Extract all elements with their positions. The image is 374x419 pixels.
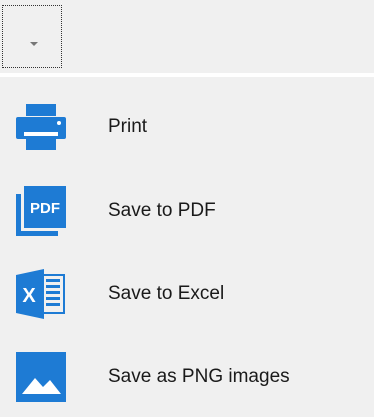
menu-item-label: Save to PDF [108,200,216,221]
chevron-down-icon [30,42,38,46]
menu-item-save-png[interactable]: Save as PNG images [0,335,374,419]
export-dropdown-button[interactable] [2,5,62,68]
pdf-icon: PDF [12,182,70,240]
menu-item-label: Print [108,116,148,137]
menu-item-save-pdf[interactable]: PDF Save to PDF [0,169,374,253]
image-icon [12,348,70,406]
menu-item-print[interactable]: Print [0,85,374,169]
toolbar [0,0,374,73]
menu-item-save-excel[interactable]: X Save to Excel [0,252,374,336]
excel-icon-text: X [22,285,36,307]
pdf-icon-text: PDF [30,200,60,217]
excel-icon: X [12,265,70,323]
menu-item-label: Save as PNG images [108,366,290,387]
menu-item-label: Save to Excel [108,283,225,304]
printer-icon [12,98,70,156]
export-menu: Print PDF Save to PDF X Save to Excel Sa… [0,77,374,417]
